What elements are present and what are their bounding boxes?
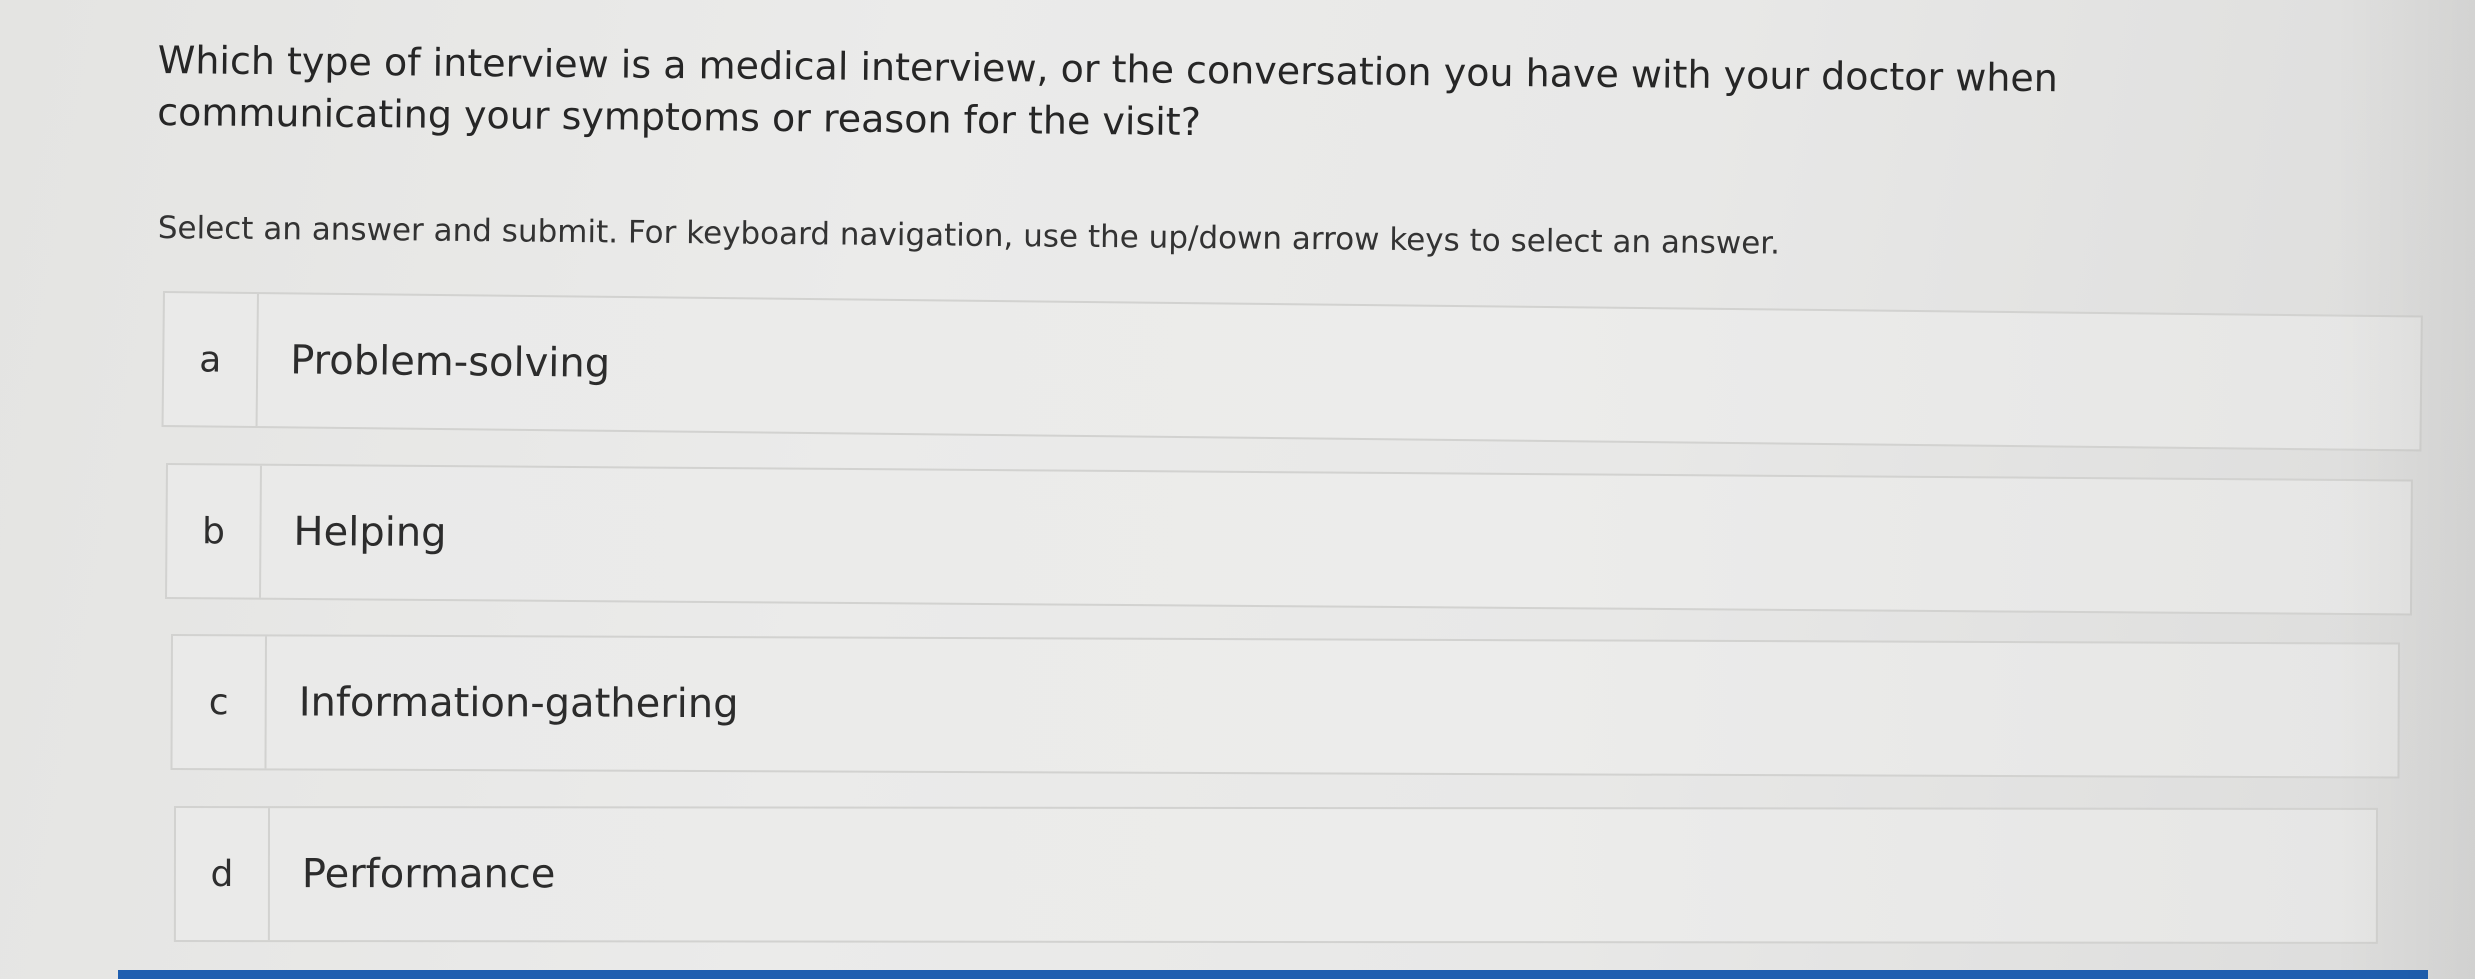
answer-option-c[interactable]: c Information-gathering bbox=[170, 634, 2400, 779]
question-panel: Which type of interview is a medical int… bbox=[0, 0, 2475, 979]
option-letter: a bbox=[163, 293, 259, 427]
option-letter: d bbox=[175, 808, 270, 941]
option-label: Information-gathering bbox=[298, 679, 739, 728]
answer-option-a[interactable]: a Problem-solving bbox=[161, 291, 2423, 452]
option-letter: b bbox=[167, 465, 262, 598]
answer-option-d[interactable]: d Performance bbox=[173, 806, 2378, 944]
option-label: Problem-solving bbox=[290, 337, 611, 387]
option-letter: c bbox=[172, 636, 267, 769]
answer-option-b[interactable]: b Helping bbox=[165, 463, 2413, 616]
option-label: Helping bbox=[293, 508, 447, 557]
answer-instructions: Select an answer and submit. For keyboar… bbox=[157, 209, 1781, 262]
bottom-accent-bar bbox=[118, 970, 2428, 979]
question-text: Which type of interview is a medical int… bbox=[157, 37, 2059, 145]
option-label: Performance bbox=[301, 851, 556, 898]
